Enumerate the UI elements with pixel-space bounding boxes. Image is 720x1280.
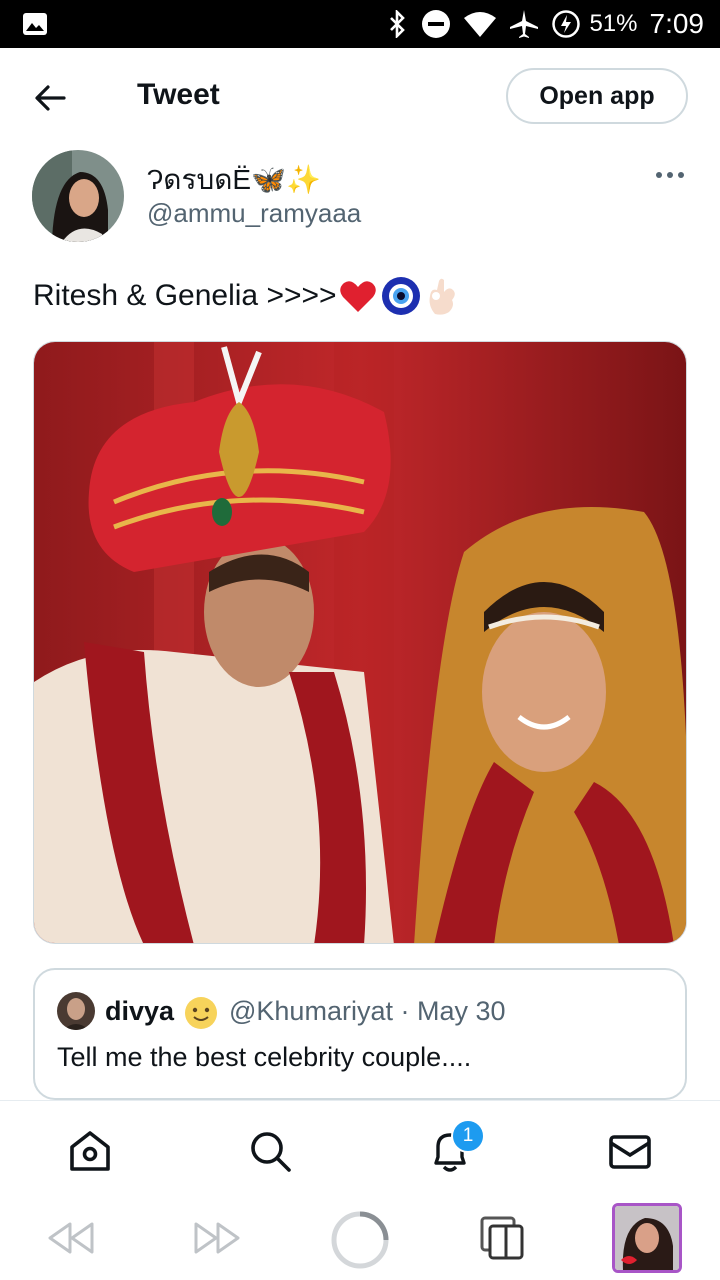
- battery-level: 51%: [589, 10, 638, 37]
- quoted-text: Tell me the best celebrity couple....: [57, 1042, 472, 1072]
- wifi-icon: [464, 12, 497, 37]
- bottom-nav: 1: [0, 1100, 720, 1197]
- status-bar: 51% 7:09: [0, 0, 720, 48]
- tweet-header: Tweet Open app: [0, 48, 720, 148]
- tabs-icon[interactable]: [480, 1216, 526, 1260]
- quoted-avatar: [57, 992, 95, 1030]
- tweet-text: Ritesh & Genelia >>>>: [33, 276, 461, 316]
- browser-toolbar: [0, 1196, 720, 1280]
- page-title: Tweet: [137, 78, 220, 111]
- author-handle[interactable]: @ammu_ramyaaa: [147, 198, 361, 229]
- status-icons: 51% 7:09: [387, 0, 704, 48]
- quoted-date: May 30: [417, 996, 506, 1026]
- notification-badge: 1: [451, 1119, 485, 1153]
- do-not-disturb-icon: [422, 10, 451, 38]
- more-options-icon[interactable]: [654, 165, 686, 185]
- gallery-icon: [23, 13, 47, 35]
- clock: 7:09: [649, 8, 705, 39]
- quoted-author-name: divya: [105, 996, 175, 1026]
- quoted-meta: @Khumariyat · May 30: [229, 996, 506, 1027]
- fast-forward-icon[interactable]: [192, 1218, 242, 1258]
- author-display-name[interactable]: ɁดรบดЁ🦋✨: [147, 158, 321, 202]
- meta-separator: ·: [400, 996, 410, 1026]
- airplane-icon: [510, 10, 539, 38]
- tweet-text-content: Ritesh & Genelia >>>>: [33, 279, 337, 312]
- slightly-smiling-face-icon: [185, 997, 217, 1029]
- nazar-amulet-icon: [381, 277, 420, 315]
- avatar[interactable]: [32, 150, 124, 242]
- ok-hand-icon: [429, 278, 455, 315]
- battery-charging-icon: [552, 10, 581, 38]
- open-app-button[interactable]: Open app: [506, 68, 688, 124]
- loading-circle-icon[interactable]: [330, 1210, 390, 1270]
- tweet-image[interactable]: [33, 341, 687, 944]
- quoted-handle: @Khumariyat: [229, 996, 393, 1026]
- quoted-tweet-card[interactable]: divya @Khumariyat · May 30 Tell me the b…: [33, 968, 687, 1100]
- red-heart-icon: [339, 281, 376, 312]
- rewind-icon[interactable]: [46, 1218, 96, 1258]
- messages-envelope-icon[interactable]: [606, 1127, 654, 1175]
- back-arrow-icon[interactable]: [30, 78, 70, 118]
- home-icon[interactable]: [66, 1127, 114, 1175]
- profile-thumbnail[interactable]: [612, 1203, 682, 1273]
- search-icon[interactable]: [246, 1127, 294, 1175]
- bluetooth-icon: [390, 10, 406, 38]
